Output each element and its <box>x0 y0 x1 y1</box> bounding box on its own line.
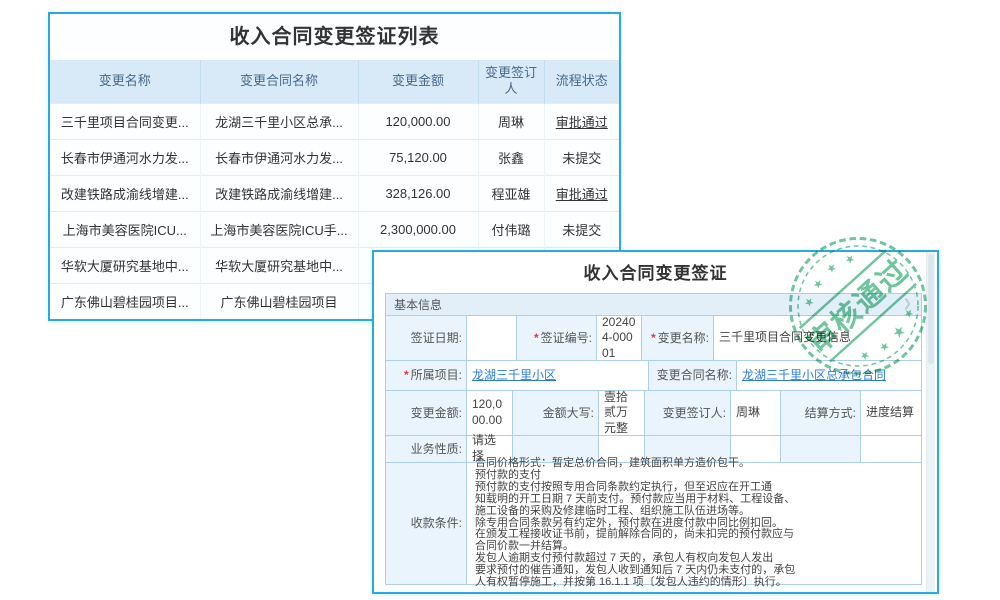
status-badge: 未提交 <box>544 139 619 175</box>
settle-method-label: 结算方式: <box>780 391 860 435</box>
form-row: 收款条件: 合同价格形式：暂定总价合同，建筑面积单方造价包干。 预付款的支付 预… <box>386 462 921 584</box>
sign-date-value[interactable] <box>466 316 516 360</box>
section-title: 基本信息 <box>394 296 442 313</box>
table-row: 三千里项目合同变更... 龙湖三千里小区总承... 120,000.00 周琳 … <box>50 103 619 139</box>
table-row: 改建铁路成渝线增建... 改建铁路成渝线增建... 328,126.00 程亚雄… <box>50 175 619 211</box>
settle-method-value[interactable]: 进度结算 <box>860 391 921 435</box>
contract-name-link[interactable]: 上海市美容医院ICU手... <box>200 211 358 247</box>
change-name-link[interactable]: 上海市美容医院ICU... <box>50 211 200 247</box>
chevron-right-icon: ❯ <box>903 297 912 310</box>
contract-change-detail-panel: 收入合同变更签证 基本信息 ❯ 签证日期: * 签证编号: 202404-000… <box>372 250 939 594</box>
signer-link[interactable]: 程亚雄 <box>478 175 544 211</box>
contract-name-link[interactable]: 长春市伊通河水力发... <box>200 139 358 175</box>
column-header-status: 流程状态 <box>544 60 619 103</box>
payment-terms-value[interactable]: 合同价格形式：暂定总价合同，建筑面积单方造价包干。 预付款的支付 预付款的支付按… <box>466 463 921 584</box>
list-title: 收入合同变更签证列表 <box>50 14 619 60</box>
signer-link[interactable]: 张鑫 <box>478 139 544 175</box>
payment-terms-label: 收款条件: <box>386 463 466 584</box>
table-header-row: 变更名称 变更合同名称 变更金额 变更签订人 流程状态 <box>50 60 619 103</box>
scrollbar-thumb[interactable] <box>928 254 934 364</box>
table-row: 长春市伊通河水力发... 长春市伊通河水力发... 75,120.00 张鑫 未… <box>50 139 619 175</box>
required-asterisk-icon: * <box>534 331 539 346</box>
form-row: 签证日期: * 签证编号: 202404-00001 * 变更名称: 三千里项目… <box>386 315 921 360</box>
signer-label: 变更签订人: <box>644 391 730 435</box>
sign-no-value: 202404-00001 <box>596 316 641 360</box>
project-value: 龙湖三千里小区 <box>466 361 648 390</box>
amount-cell: 328,126.00 <box>358 175 478 211</box>
status-badge[interactable]: 审批通过 <box>544 103 619 139</box>
amount-words-value: 壹拾贰万元整 <box>598 391 644 435</box>
contract-link[interactable]: 龙湖三千里小区总承包合同 <box>742 368 886 384</box>
project-link[interactable]: 龙湖三千里小区 <box>472 368 556 384</box>
form-row: 变更金额: 120,000.00 金额大写: 壹拾贰万元整 变更签订人: 周琳 … <box>386 390 921 435</box>
amount-cell: 75,120.00 <box>358 139 478 175</box>
required-asterisk-icon: * <box>404 368 409 383</box>
column-header-contract-name: 变更合同名称 <box>200 60 358 103</box>
contract-name-link[interactable]: 改建铁路成渝线增建... <box>200 175 358 211</box>
amount-words-label: 金额大写: <box>512 391 598 435</box>
amount-cell: 2,300,000.00 <box>358 211 478 247</box>
change-name-link[interactable]: 华软大厦研究基地中... <box>50 247 200 283</box>
section-bar-basic-info[interactable]: 基本信息 ❯ <box>386 294 921 315</box>
column-header-signer: 变更签订人 <box>478 60 544 103</box>
contract-name-label: 变更合同名称: <box>648 361 736 390</box>
detail-title: 收入合同变更签证 <box>374 252 937 292</box>
amount-cell: 120,000.00 <box>358 103 478 139</box>
contract-name-link[interactable]: 龙湖三千里小区总承... <box>200 103 358 139</box>
sign-date-label: 签证日期: <box>386 316 466 360</box>
change-name-link[interactable]: 三千里项目合同变更... <box>50 103 200 139</box>
empty-value-cell <box>860 436 921 462</box>
status-badge: 未提交 <box>544 211 619 247</box>
column-header-change-name: 变更名称 <box>50 60 200 103</box>
required-asterisk-icon: * <box>651 331 656 346</box>
form-row: * 所属项目: 龙湖三千里小区 变更合同名称: 龙湖三千里小区总承包合同 <box>386 360 921 390</box>
contract-name-link[interactable]: 广东佛山碧桂园项目 <box>200 283 358 319</box>
signer-link[interactable]: 付伟璐 <box>478 211 544 247</box>
business-nature-label: 业务性质: <box>386 436 466 462</box>
column-header-amount: 变更金额 <box>358 60 478 103</box>
change-name-link[interactable]: 改建铁路成渝线增建... <box>50 175 200 211</box>
basic-info-form: 基本信息 ❯ 签证日期: * 签证编号: 202404-00001 * 变更名称… <box>385 293 922 585</box>
status-badge[interactable]: 审批通过 <box>544 175 619 211</box>
change-name-link[interactable]: 长春市伊通河水力发... <box>50 139 200 175</box>
change-name-value[interactable]: 三千里项目合同变更信息 <box>713 316 921 360</box>
sign-no-label: * 签证编号: <box>516 316 596 360</box>
signer-link[interactable]: 周琳 <box>478 103 544 139</box>
amount-value[interactable]: 120,000.00 <box>466 391 512 435</box>
change-name-label: * 变更名称: <box>641 316 713 360</box>
contract-name-link[interactable]: 华软大厦研究基地中... <box>200 247 358 283</box>
change-name-link[interactable]: 广东佛山碧桂园项目... <box>50 283 200 319</box>
vertical-scrollbar[interactable] <box>926 252 935 592</box>
contract-name-value: 龙湖三千里小区总承包合同 <box>736 361 921 390</box>
amount-label: 变更金额: <box>386 391 466 435</box>
table-row: 上海市美容医院ICU... 上海市美容医院ICU手... 2,300,000.0… <box>50 211 619 247</box>
signer-value[interactable]: 周琳 <box>730 391 780 435</box>
project-label: * 所属项目: <box>386 361 466 390</box>
